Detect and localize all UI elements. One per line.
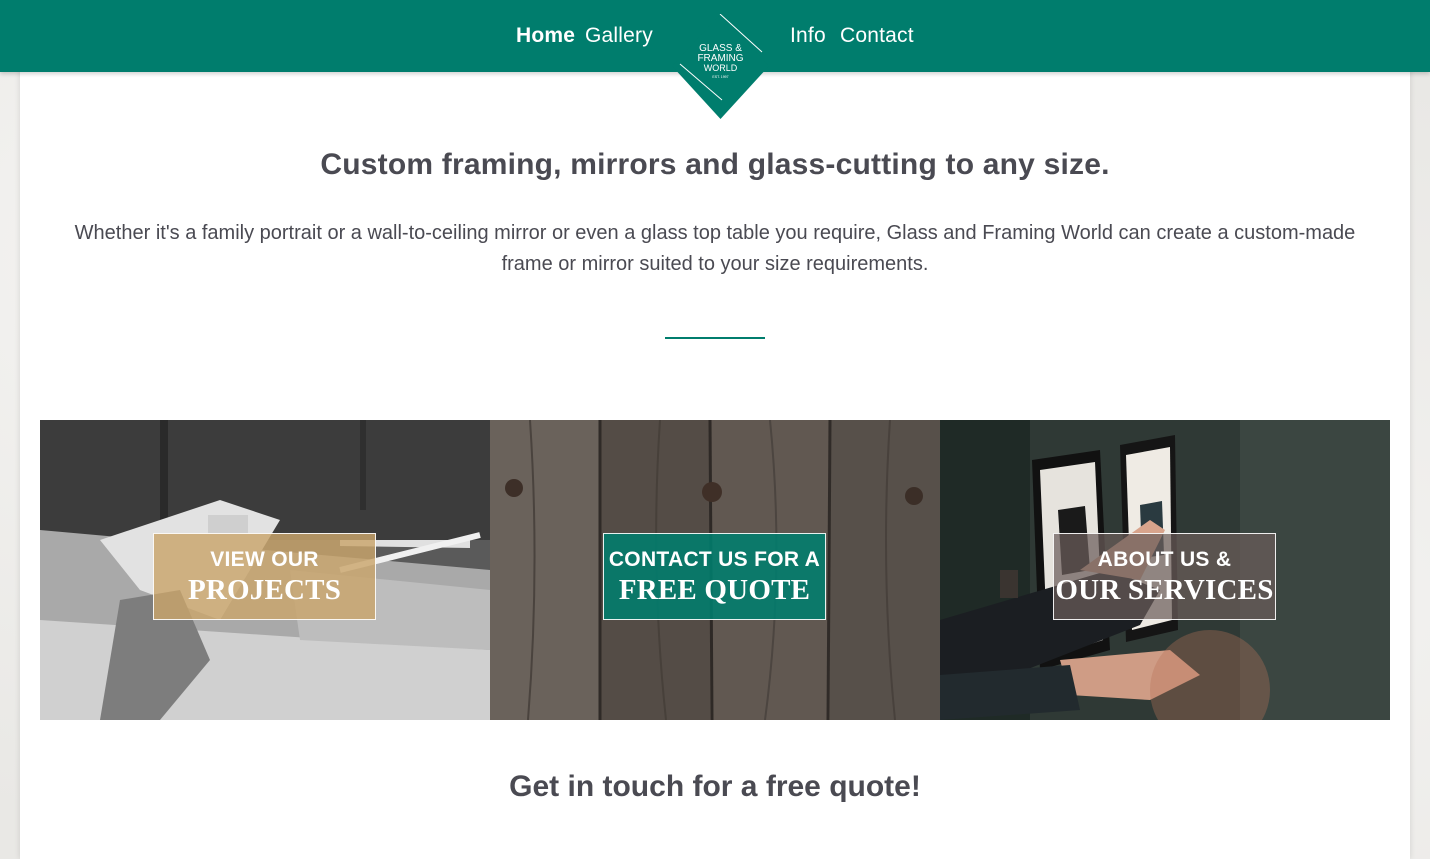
projects-kicker: VIEW OUR [210, 548, 319, 571]
nav-gallery-link[interactable]: Gallery [585, 24, 653, 48]
projects-title: PROJECTS [187, 574, 342, 606]
nav-info-link[interactable]: Info [790, 24, 826, 48]
free-quote-tile[interactable]: CONTACT US FOR A FREE QUOTE [490, 420, 940, 720]
services-tile[interactable]: ABOUT US & OUR SERVICES [940, 420, 1390, 720]
nav-home-link[interactable]: Home [516, 24, 575, 48]
svg-text:WORLD: WORLD [704, 63, 738, 73]
free-quote-label-box[interactable]: CONTACT US FOR A FREE QUOTE [603, 533, 826, 620]
services-label-box[interactable]: ABOUT US & OUR SERVICES [1053, 533, 1276, 620]
cta-heading: Get in touch for a free quote! [509, 770, 921, 803]
nav-contact-link[interactable]: Contact [840, 24, 914, 48]
free-quote-title: FREE QUOTE [618, 574, 811, 606]
projects-label-box[interactable]: VIEW OUR PROJECTS [153, 533, 376, 620]
intro-paragraph: Whether it's a family portrait or a wall… [74, 222, 1356, 275]
page-headline: Custom framing, mirrors and glass-cuttin… [320, 148, 1110, 181]
projects-tile[interactable]: VIEW OUR PROJECTS [40, 420, 490, 720]
svg-text:EST. 1997: EST. 1997 [712, 75, 728, 79]
services-title: OUR SERVICES [1055, 574, 1274, 606]
free-quote-kicker: CONTACT US FOR A [608, 548, 821, 571]
glass-framing-world-logo[interactable]: GLASS & FRAMING WORLD EST. 1997 [672, 14, 769, 119]
services-kicker: ABOUT US & [1097, 548, 1232, 571]
section-divider [665, 337, 765, 339]
